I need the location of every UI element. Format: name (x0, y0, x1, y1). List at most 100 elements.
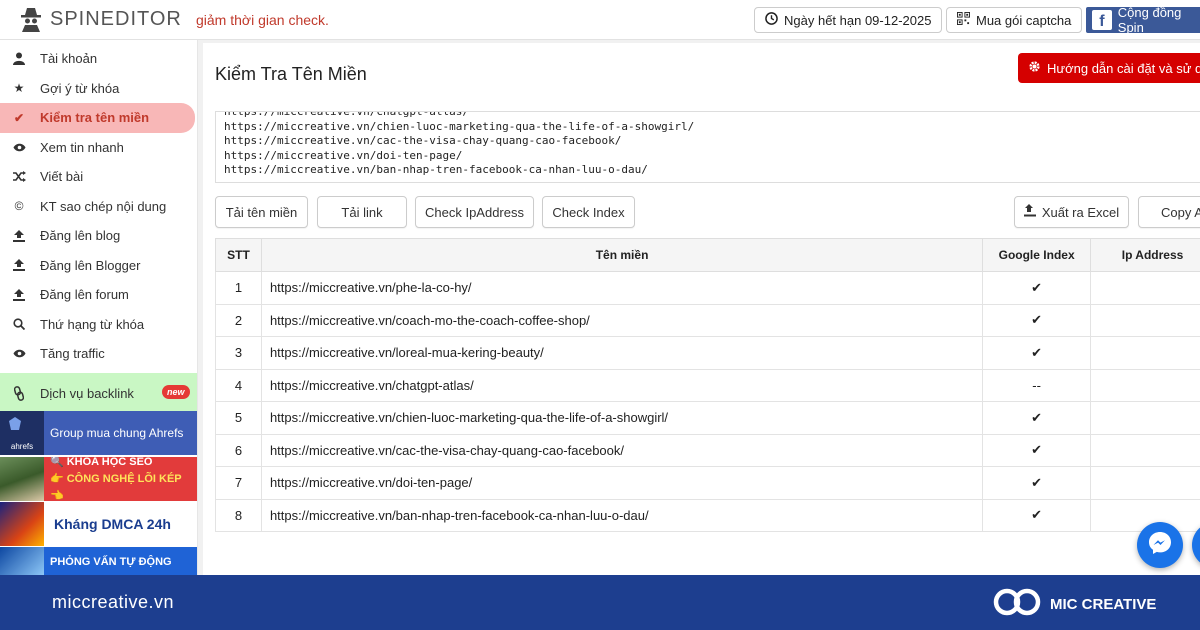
sidebar-item-traffic[interactable]: Tăng traffic (0, 339, 197, 369)
table-row: 3 https://miccreative.vn/loreal-mua-kerin… (215, 336, 1200, 370)
sidebar-item-copy-check[interactable]: © KT sao chép nội dung (0, 192, 197, 222)
upload-icon (10, 229, 28, 242)
upload-icon (10, 259, 28, 272)
stt-cell: 6 (215, 433, 262, 467)
table-row: 2 https://miccreative.vn/coach-mo-the-coa… (215, 303, 1200, 337)
messenger-icon (1147, 530, 1173, 561)
domain-cell: https://miccreative.vn/chien-luoc-market… (260, 401, 984, 435)
domain-cell: https://miccreative.vn/loreal-mua-kering… (260, 336, 984, 370)
community-facebook-button[interactable]: f Cộng đồng Spin (1086, 5, 1200, 35)
load-link-label: Tải link (341, 204, 383, 220)
copyright-icon: © (14, 199, 24, 214)
sidebar-item-quick-news[interactable]: Xem tin nhanh (0, 133, 197, 163)
sidebar-item-label: Tài khoản (40, 51, 98, 67)
buy-captcha-button[interactable]: Mua gói captcha (946, 7, 1083, 33)
seo-course-banner[interactable]: 🔍 KHÓA HỌC SEO 👉 CÔNG NGHỆ LÕI KÉP 👈 (0, 457, 197, 502)
sidebar: Tài khoản ★ Gợi ý từ khóa ✔ Kiểm tra tên… (0, 40, 198, 575)
table-row: 5 https://miccreative.vn/chien-luoc-marke… (215, 401, 1200, 435)
header-google-index[interactable]: Google Index (982, 238, 1092, 272)
export-excel-button[interactable]: Xuất ra Excel (1014, 196, 1129, 228)
sidebar-item-domain-check[interactable]: ✔ Kiểm tra tên miền (0, 103, 195, 133)
google-index-cell: ✔ (982, 303, 1092, 337)
check-ip-button[interactable]: Check IpAddress (415, 196, 534, 228)
check-icon: ✔ (13, 110, 25, 125)
stt-cell: 7 (215, 466, 262, 500)
sidebar-item-label: Đăng lên blog (40, 228, 121, 244)
ahrefs-logo: ahrefs (0, 411, 44, 455)
load-link-button[interactable]: Tải link (317, 196, 407, 228)
eye-icon (10, 143, 28, 152)
seo-course-photo (0, 457, 44, 501)
url-input-textarea[interactable]: https://miccreative.vn/chatgpt-atlas/htt… (215, 111, 1200, 183)
footer-brand: MIC CREATIVE (992, 587, 1156, 622)
sidebar-item-backlink-service[interactable]: Dịch vụ backlink new (0, 372, 197, 415)
mic-creative-logo-icon (992, 587, 1042, 622)
table-body: 1 https://miccreative.vn/phe-la-co-hy/✔ 2 h… (215, 271, 1200, 532)
sidebar-item-account[interactable]: Tài khoản (0, 44, 197, 74)
check-ip-label: Check IpAddress (425, 204, 524, 220)
seo-course-subtitle-text: CÔNG NGHỆ LÕI KÉP (66, 472, 182, 485)
ahrefs-group-banner[interactable]: ahrefs Group mua chung Ahrefs (0, 411, 197, 455)
header-domain[interactable]: Tên miền (260, 238, 984, 272)
auto-interview-image (0, 547, 44, 575)
auto-interview-banner[interactable]: PHỎNG VẤN TỰ ĐỘNG (0, 547, 197, 575)
star-icon: ★ (13, 81, 25, 96)
load-domain-button[interactable]: Tải tên miền (215, 196, 308, 228)
domain-cell: https://miccreative.vn/doi-ten-page/ (260, 466, 984, 500)
footer-brand-text: MIC CREATIVE (1050, 596, 1157, 613)
domain-cell: https://miccreative.vn/ban-nhap-tren-fac… (260, 498, 984, 532)
ip-address-cell (1090, 336, 1200, 370)
sidebar-item-post-blogger[interactable]: Đăng lên Blogger (0, 251, 197, 281)
google-index-cell: ✔ (982, 466, 1092, 500)
url-line: https://miccreative.vn/doi-ten-page/ (224, 148, 463, 162)
seo-course-subtitle: 👉 CÔNG NGHỆ LÕI KÉP 👈 (49, 472, 182, 502)
stt-cell: 4 (215, 368, 262, 402)
google-index-cell: -- (982, 368, 1092, 402)
clock-icon (765, 12, 778, 28)
dmca-image (0, 502, 44, 546)
upload-icon (10, 288, 28, 301)
sidebar-item-keyword-suggest[interactable]: ★ Gợi ý từ khóa (0, 74, 197, 104)
load-domain-label: Tải tên miền (225, 204, 298, 220)
new-badge: new (162, 384, 190, 399)
main-panel: Kiểm Tra Tên Miền Hướng dẫn cài đặt và s… (203, 43, 1200, 575)
guide-button[interactable]: Hướng dẫn cài đặt và sử dụ (1018, 53, 1200, 83)
table-row: 1 https://miccreative.vn/phe-la-co-hy/✔ (215, 271, 1200, 305)
ip-address-cell (1090, 303, 1200, 337)
google-index-cell: ✔ (982, 433, 1092, 467)
domain-cell: https://miccreative.vn/coach-mo-the-coac… (260, 303, 984, 337)
domain-cell: https://miccreative.vn/cac-the-visa-chay… (260, 433, 984, 467)
domain-results-table: STT Tên miền Google Index Ip Address 1 ht… (215, 238, 1200, 532)
expiry-date-label: Ngày hết hạn 09-12-2025 (784, 12, 932, 28)
sidebar-item-post-forum[interactable]: Đăng lên forum (0, 280, 197, 310)
check-index-label: Check Index (552, 204, 625, 220)
url-line: https://miccreative.vn/ban-nhap-tren-fac… (224, 163, 648, 176)
table-row: 6 https://miccreative.vn/cac-the-visa-cha… (215, 433, 1200, 467)
google-index-cell: ✔ (982, 336, 1092, 370)
logo[interactable]: SPINEDITOR (20, 6, 182, 32)
page-title: Kiểm Tra Tên Miền (215, 64, 367, 84)
expiry-date-button[interactable]: Ngày hết hạn 09-12-2025 (754, 7, 943, 33)
dmca-banner[interactable]: Kháng DMCA 24h (0, 502, 197, 546)
sidebar-item-label: Kiểm tra tên miền (40, 110, 150, 126)
sidebar-item-write-post[interactable]: Viết bài (0, 162, 197, 192)
google-index-cell: ✔ (982, 271, 1092, 305)
qrcode-icon (957, 11, 970, 28)
sidebar-item-label: Đăng lên Blogger (40, 257, 141, 273)
sidebar-item-post-blog[interactable]: Đăng lên blog (0, 221, 197, 251)
user-icon (10, 52, 28, 66)
header-stt[interactable]: STT (215, 238, 262, 272)
url-line: https://miccreative.vn/cac-the-visa-chay… (224, 134, 622, 147)
google-index-cell: ✔ (982, 401, 1092, 435)
ip-address-cell (1090, 401, 1200, 435)
logo-text: SPINEDITOR (50, 7, 182, 30)
header-ip-address[interactable]: Ip Address (1090, 238, 1200, 272)
check-index-button[interactable]: Check Index (542, 196, 635, 228)
spy-logo-icon (20, 6, 42, 32)
copy-all-button[interactable]: Copy A (1138, 196, 1200, 228)
sidebar-item-keyword-rank[interactable]: Thứ hạng từ khóa (0, 310, 197, 340)
messenger-button[interactable] (1137, 522, 1183, 568)
ip-address-cell (1090, 368, 1200, 402)
domain-cell: https://miccreative.vn/chatgpt-atlas/ (260, 368, 984, 402)
gear-icon (1028, 60, 1041, 76)
